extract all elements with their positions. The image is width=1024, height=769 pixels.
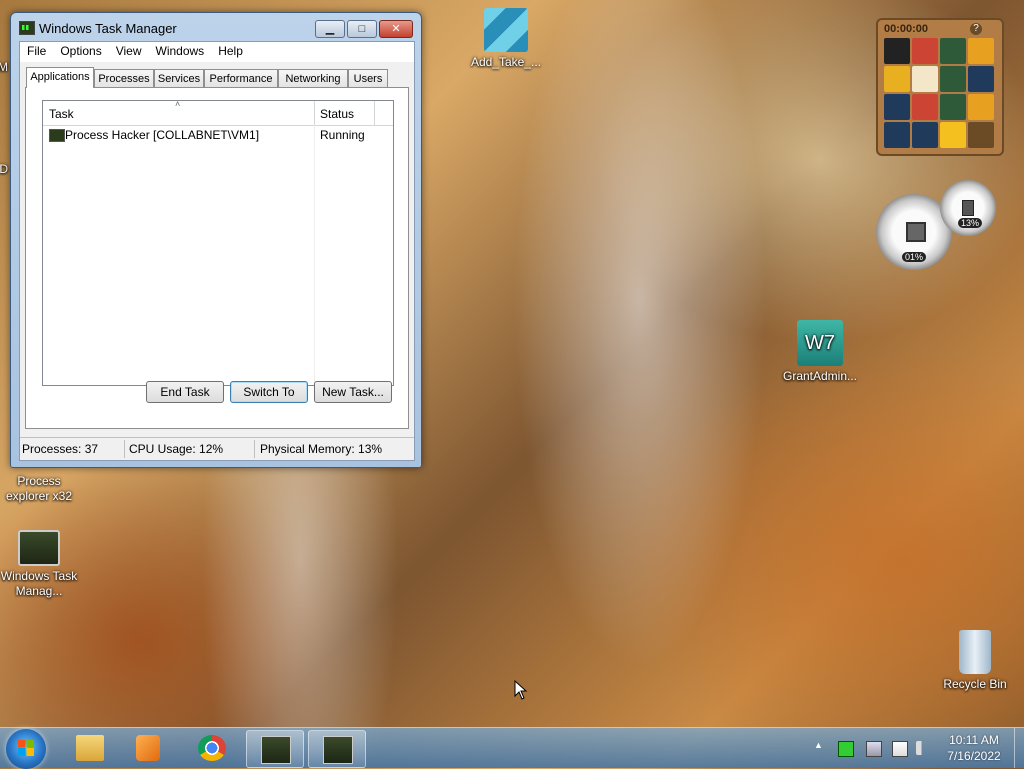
network-icon[interactable] (866, 741, 882, 757)
column-header-task[interactable]: Task (49, 107, 74, 121)
task-manager-window[interactable]: Windows Task Manager ▁ □ ✕ File Options Vi… (10, 12, 422, 468)
tab-services[interactable]: Services (154, 69, 204, 87)
menu-file[interactable]: File (20, 42, 53, 58)
taskbar-media-player[interactable] (122, 730, 178, 766)
process-hacker-icon (49, 129, 65, 142)
taskbar-task-manager[interactable] (308, 730, 366, 768)
tab-processes[interactable]: Processes (94, 69, 154, 87)
maximize-button[interactable]: □ (347, 20, 377, 38)
taskbar-explorer[interactable] (62, 730, 118, 766)
puzzle-help-icon[interactable]: ? (970, 23, 982, 35)
switch-to-button[interactable]: Switch To (230, 381, 308, 403)
folder-icon (76, 735, 104, 761)
desktop-icon-partial-left-2[interactable]: D (0, 162, 8, 177)
registry-icon (484, 8, 528, 52)
tab-applications[interactable]: Applications (26, 67, 94, 88)
desktop-icon-label: GrantAdmin... (782, 369, 858, 383)
desktop-icon-label: Process explorer x32 (5, 474, 73, 503)
desktop-icon-add-take[interactable]: Add_Take_... (466, 8, 546, 70)
picture-puzzle-gadget[interactable]: 00:00:00 ? (876, 18, 1004, 156)
menu-options[interactable]: Options (53, 42, 108, 58)
cpu-chip-icon (906, 222, 926, 242)
media-player-icon (136, 735, 160, 761)
tab-performance[interactable]: Performance (204, 69, 278, 87)
desktop-icon-label: Windows Task Manag... (0, 569, 78, 598)
memory-chip-icon (962, 200, 974, 216)
clock-date: 7/16/2022 (947, 749, 1001, 763)
window-title: Windows Task Manager (39, 21, 177, 36)
column-header-status[interactable]: Status (320, 107, 354, 121)
mouse-cursor-icon (514, 680, 528, 700)
desktop-icon-process-explorer[interactable]: Process explorer x32 (0, 474, 78, 504)
clock-time: 10:11 AM (949, 733, 999, 747)
action-center-flag-icon[interactable] (892, 741, 908, 757)
volume-icon[interactable] (916, 741, 930, 755)
task-manager-icon (323, 736, 353, 764)
start-button[interactable] (6, 729, 46, 769)
recycle-bin-icon (959, 630, 991, 674)
task-manager-icon (19, 21, 35, 35)
memory-gauge[interactable]: 13% (940, 180, 996, 236)
show-hidden-icons-arrow[interactable]: ▲ (814, 740, 823, 750)
process-hacker-tray-icon[interactable] (838, 741, 854, 757)
sort-ascending-icon: ˄ (175, 99, 181, 109)
desktop-icon-task-manager[interactable]: Windows Task Manag... (0, 530, 78, 599)
desktop-icon-partial-left-1[interactable]: M (0, 60, 8, 75)
taskbar-chrome[interactable] (184, 730, 240, 766)
process-hacker-icon (261, 736, 291, 764)
desktop-icon-label: Recycle Bin (943, 677, 1007, 691)
puzzle-grid[interactable] (884, 38, 994, 148)
list-header: ˄ Task Status (43, 99, 393, 126)
desktop-icon-grant-admin[interactable]: W7 GrantAdmin... (778, 320, 862, 384)
menu-bar: File Options View Windows Help (20, 42, 414, 62)
task-status: Running (320, 128, 365, 142)
menu-help[interactable]: Help (211, 42, 250, 58)
title-bar[interactable]: Windows Task Manager ▁ □ ✕ (11, 13, 421, 41)
puzzle-timer: 00:00:00 (884, 23, 929, 35)
taskbar: ▲ 10:11 AM 7/16/2022 (0, 727, 1024, 769)
close-button[interactable]: ✕ (379, 20, 413, 38)
end-task-button[interactable]: End Task (146, 381, 224, 403)
task-name: Process Hacker [COLLABNET\VM1] (65, 128, 260, 142)
chrome-icon (198, 735, 226, 761)
cpu-usage-readout: 01% (902, 252, 927, 262)
minimize-button[interactable]: ▁ (315, 20, 345, 38)
tab-users[interactable]: Users (348, 69, 388, 87)
process-count: Processes: 37 (22, 442, 99, 456)
physical-memory: Physical Memory: 13% (260, 442, 383, 456)
desktop-icon-recycle-bin[interactable]: Recycle Bin (935, 630, 1015, 692)
cpu-usage: CPU Usage: 12% (129, 442, 224, 456)
task-manager-icon (18, 530, 60, 566)
w7-icon: W7 (797, 320, 843, 366)
system-clock[interactable]: 10:11 AM 7/16/2022 (934, 732, 1014, 764)
menu-windows[interactable]: Windows (149, 42, 212, 58)
table-row[interactable]: Process Hacker [COLLABNET\VM1] Running (43, 126, 393, 144)
show-desktop-button[interactable] (1014, 728, 1024, 768)
new-task-button[interactable]: New Task... (314, 381, 392, 403)
task-list[interactable]: ˄ Task Status Process Hacker [COLLABNET\… (42, 99, 394, 386)
applications-panel: ˄ Task Status Process Hacker [COLLABNET\… (25, 87, 409, 429)
memory-usage-readout: 13% (958, 218, 983, 228)
menu-view[interactable]: View (109, 42, 149, 58)
status-bar: Processes: 37 CPU Usage: 12% Physical Me… (20, 437, 414, 460)
window-client: File Options View Windows Help Applications … (19, 41, 415, 461)
tab-networking[interactable]: Networking (278, 69, 348, 87)
taskbar-process-hacker[interactable] (246, 730, 304, 768)
desktop-icon-label: Add_Take_... (470, 55, 542, 69)
